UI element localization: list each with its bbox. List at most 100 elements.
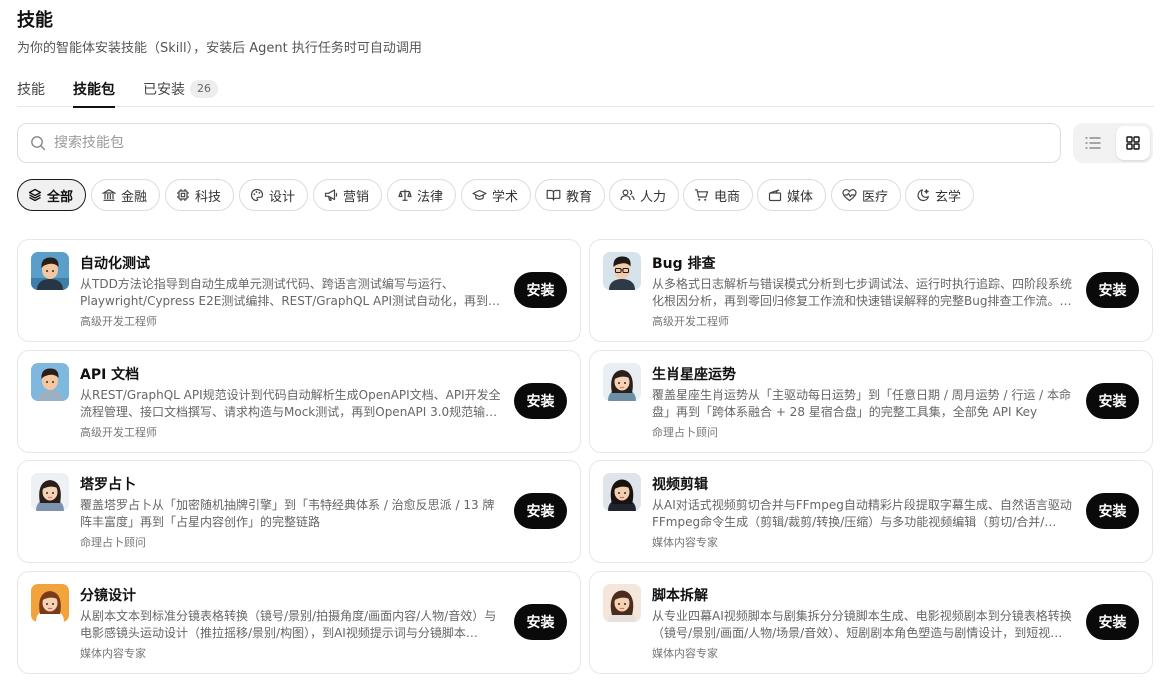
fortune-teller-avatar-icon [603,363,641,401]
skill-card[interactable]: 分镜设计 从剧本文本到标准分镜表格转换（镜号/景别/拍摄角度/画面内容/人物/音… [17,571,581,674]
install-button[interactable]: 安装 [514,604,567,640]
category-chip-label: 法律 [417,189,444,205]
skill-card[interactable]: 自动化测试 从TDD方法论指导到自动生成单元测试代码、跨语言测试编写与运行、Pl… [17,239,581,342]
skill-title: Bug 排查 [652,256,716,272]
media-icon [768,189,782,202]
category-chip-label: 电商 [714,189,741,205]
skill-title: 塔罗占卜 [80,477,136,493]
category-chip-marketing[interactable]: 营销 [313,179,383,211]
skill-description: 从AI对话式视频剪切合并与FFmpeg自动精彩片段提取字幕生成、自然语言驱动FF… [652,498,1072,529]
tab-installed[interactable]: 已安装 26 [143,78,218,107]
skill-card[interactable]: API 文档 从REST/GraphQL API规范设计到代码自动解析生成Ope… [17,350,581,453]
book-icon [546,189,561,201]
tab-label: 技能包 [73,82,115,98]
view-toggle [1073,123,1153,163]
category-chip-label: 医疗 [862,189,889,205]
category-chip-label: 人力 [640,189,667,205]
skill-author: 高级开发工程师 [652,315,729,328]
category-chip-metaphysics[interactable]: 玄学 [905,179,975,211]
category-chip-tech[interactable]: 科技 [165,179,235,211]
developer-avatar-icon [31,363,69,401]
skill-description: 从剧本文本到标准分镜表格转换（镜号/景别/拍摄角度/画面内容/人物/音效）与电影… [80,609,497,640]
developer-glasses-avatar-icon [603,252,641,290]
category-chip-academic[interactable]: 学术 [461,179,532,211]
category-chip-label: 媒体 [787,189,814,205]
category-chip-media[interactable]: 媒体 [757,179,827,211]
search-icon [31,136,46,151]
grid-view-button[interactable] [1116,126,1150,160]
skill-author: 命理占卜顾问 [80,536,146,549]
skill-description: 从TDD方法论指导到自动生成单元测试代码、跨语言测试编写与运行、Playwrig… [80,277,488,308]
media-expert-avatar-icon [603,584,641,622]
page-subtitle: 为你的智能体安装技能（Skill），安装后 Agent 执行任务时可自动调用 [17,41,422,56]
developer-avatar-icon [31,252,69,290]
bank-icon [102,189,116,201]
list-view-button[interactable] [1076,126,1110,160]
skill-description: 覆盖塔罗占卜从「加密随机抽牌引擎」到「韦特经典体系 / 治愈反思派 / 13 牌… [80,498,495,529]
category-chip-label: 科技 [195,189,222,205]
category-chip-design[interactable]: 设计 [239,179,309,211]
install-button[interactable]: 安装 [1086,272,1139,308]
install-button[interactable]: 安装 [514,493,567,529]
users-icon [620,189,635,201]
page-title: 技能 [17,10,53,31]
category-chip-label: 营销 [343,189,370,205]
category-chip-ecommerce[interactable]: 电商 [683,179,754,211]
category-chip-label: 玄学 [935,189,962,205]
skill-title: 自动化测试 [80,256,150,272]
megaphone-icon [324,189,338,201]
list-icon [1085,137,1101,149]
category-chip-label: 全部 [47,189,74,205]
grid-icon [1126,136,1140,150]
chip-icon [177,189,189,201]
skill-title: 脚本拆解 [652,588,708,604]
media-expert-avatar-icon [603,473,641,511]
skill-author: 媒体内容专家 [652,647,718,660]
install-button[interactable]: 安装 [514,383,567,419]
install-button[interactable]: 安装 [1086,604,1139,640]
category-chip-legal[interactable]: 法律 [387,179,457,211]
install-button[interactable]: 安装 [1086,493,1139,529]
skill-author: 高级开发工程师 [80,426,157,439]
layers-icon [28,188,42,202]
category-chip-education[interactable]: 教育 [535,179,606,211]
cart-icon [695,189,709,201]
category-chip-hr[interactable]: 人力 [609,179,680,211]
tab-label: 技能 [17,82,45,98]
skill-card[interactable]: 视频剪辑 从AI对话式视频剪切合并与FFmpeg自动精彩片段提取字幕生成、自然语… [589,460,1153,563]
palette-icon [250,188,264,202]
skill-author: 命理占卜顾问 [652,426,718,439]
skill-card[interactable]: 塔罗占卜 覆盖塔罗占卜从「加密随机抽牌引擎」到「韦特经典体系 / 治愈反思派 /… [17,460,581,563]
skill-title: 生肖星座运势 [652,367,736,383]
fortune-teller-avatar-icon [31,473,69,511]
heart-pulse-icon [842,189,857,202]
category-chip-label: 学术 [492,189,519,205]
tab-label: 已安装 [143,82,185,98]
skill-description: 覆盖星座生肖运势从「主驱动每日运势」到「任意日期 / 周月运势 / 行运 / 本… [652,388,1072,419]
category-chip-label: 设计 [269,189,296,205]
skill-title: API 文档 [80,367,140,383]
skill-title: 视频剪辑 [652,477,708,493]
category-chip-label: 教育 [566,189,593,205]
skill-card[interactable]: 脚本拆解 从专业四幕AI视频脚本与剧集拆分分镜脚本生成、电影视频剧本到分镜表格转… [589,571,1153,674]
scales-icon [398,189,412,201]
install-button[interactable]: 安装 [514,272,567,308]
graduation-cap-icon [472,189,487,200]
install-button[interactable]: 安装 [1086,383,1139,419]
category-chip-finance[interactable]: 金融 [91,179,161,211]
search-box[interactable] [17,123,1061,163]
tab-skills[interactable]: 技能 [17,78,45,107]
skill-author: 媒体内容专家 [652,536,718,549]
search-input[interactable] [54,135,1014,151]
category-chip-label: 金融 [121,189,148,205]
skill-card[interactable]: 生肖星座运势 覆盖星座生肖运势从「主驱动每日运势」到「任意日期 / 周月运势 /… [589,350,1153,453]
skill-description: 从专业四幕AI视频脚本与剧集拆分分镜脚本生成、电影视频剧本到分镜表格转换（镜号/… [652,609,1072,640]
tab-skill-packs[interactable]: 技能包 [73,78,115,108]
media-expert-avatar-icon [31,584,69,622]
skill-card[interactable]: Bug 排查 从多格式日志解析与错误模式分析到七步调试法、运行时执行追踪、四阶段… [589,239,1153,342]
skill-title: 分镜设计 [80,588,136,604]
category-chip-medical[interactable]: 医疗 [831,179,902,211]
tab-bar: 技能 技能包 已安装 26 [17,78,1154,108]
category-chip-all[interactable]: 全部 [17,179,87,211]
installed-count-badge: 26 [190,80,218,98]
